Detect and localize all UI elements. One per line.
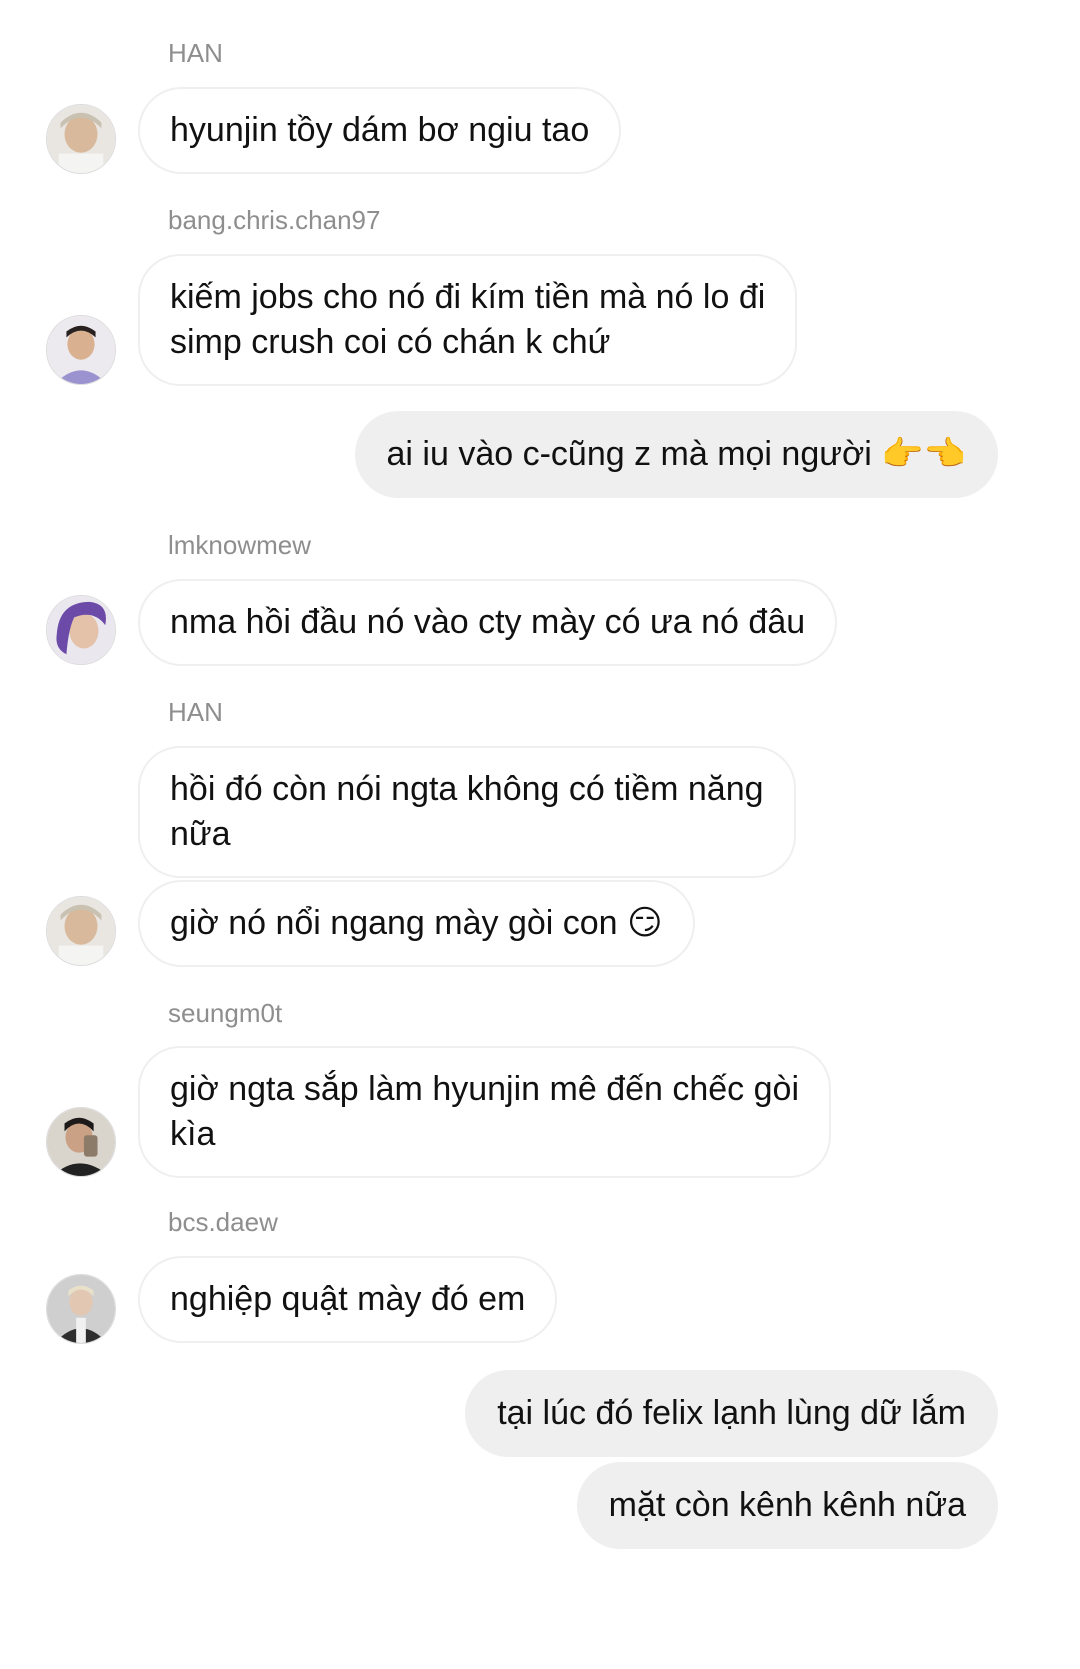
sender-name: bang.chris.chan97: [168, 205, 381, 235]
sender-name: bcs.daew: [168, 1207, 278, 1237]
message-text-line: nữa: [170, 815, 231, 853]
message-text-line: kiếm jobs cho nó đi kím tiền mà nó lo đi: [170, 278, 766, 316]
my-message-bubble[interactable]: ai iu vào c-cũng z mà mọi người 👉👈: [354, 411, 998, 498]
message-text: tại lúc đó felix lạnh lùng dữ lắm: [497, 1394, 966, 1432]
my-message-bubble[interactable]: mặt còn kênh kênh nữa: [576, 1462, 998, 1549]
message-text: ai iu vào c-cũng z mà mọi người: [386, 435, 872, 473]
message-text-line: hồi đó còn nói ngta không có tiềm năng: [170, 770, 764, 808]
sender-name: lmknowmew: [168, 530, 312, 560]
message-text: hyunjin tồy dám bơ ngiu tao: [170, 111, 590, 149]
message-text: giờ nó nổi ngang mày gòi con: [170, 904, 618, 942]
avatar[interactable]: [46, 1274, 116, 1344]
message-bubble[interactable]: nghiệp quật mày đó em: [138, 1256, 558, 1343]
sender-name: HAN: [168, 38, 223, 68]
message-text-line: simp crush coi có chán k chứ: [170, 323, 611, 361]
message-text: mặt còn kênh kênh nữa: [608, 1486, 966, 1524]
avatar[interactable]: [46, 104, 116, 174]
my-message-bubble[interactable]: tại lúc đó felix lạnh lùng dữ lắm: [465, 1370, 998, 1457]
message-bubble[interactable]: hồi đó còn nói ngta không có tiềm năng n…: [138, 746, 796, 878]
avatar[interactable]: [46, 896, 116, 966]
message-text-line: kìa: [170, 1115, 216, 1153]
message-text-line: giờ ngta sắp làm hyunjin mê đến chếc gòi: [170, 1070, 799, 1108]
message-bubble[interactable]: giờ nó nổi ngang mày gòi con 😏: [138, 880, 695, 967]
avatar[interactable]: [46, 1107, 116, 1177]
smirking-face-emoji: 😏: [627, 904, 663, 942]
pointing-fingers-emoji: 👉👈: [881, 435, 966, 473]
sender-name: seungm0t: [168, 998, 283, 1028]
message-text: nma hồi đầu nó vào cty mày có ưa nó đâu: [170, 603, 806, 641]
avatar[interactable]: [46, 315, 116, 385]
message-bubble[interactable]: kiếm jobs cho nó đi kím tiền mà nó lo đi…: [138, 254, 798, 386]
avatar[interactable]: [46, 595, 116, 665]
sender-name: HAN: [168, 697, 223, 727]
message-bubble[interactable]: hyunjin tồy dám bơ ngiu tao: [138, 87, 622, 174]
message-bubble[interactable]: nma hồi đầu nó vào cty mày có ưa nó đâu: [138, 579, 838, 666]
message-bubble[interactable]: giờ ngta sắp làm hyunjin mê đến chếc gòi…: [138, 1046, 831, 1178]
message-text: nghiệp quật mày đó em: [170, 1280, 526, 1318]
